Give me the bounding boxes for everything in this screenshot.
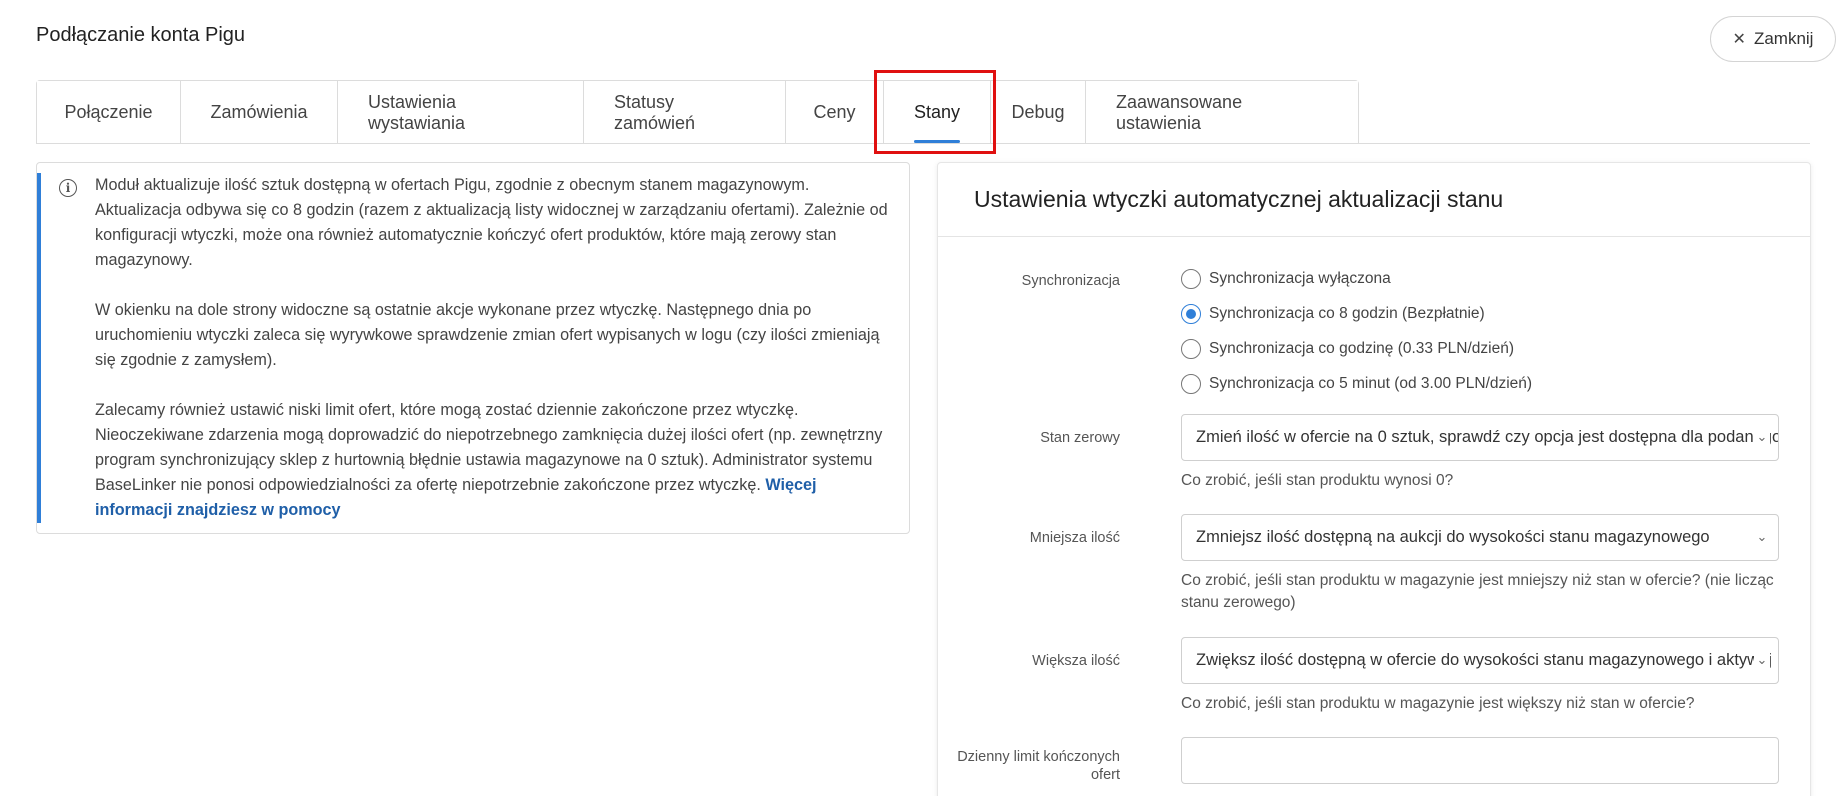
tab-bar: Połączenie Zamówienia Ustawienia wystawi… xyxy=(36,80,1359,144)
more-stock-select[interactable]: Zwiększ ilość dostępną w ofercie do wyso… xyxy=(1181,637,1779,684)
tab-polaczenie[interactable]: Połączenie xyxy=(37,81,181,144)
info-paragraph: Zalecamy również ustawić niski limit ofe… xyxy=(95,398,895,523)
tab-ustawienia-wystawiania[interactable]: Ustawienia wystawiania xyxy=(338,81,584,144)
radio-button xyxy=(1181,339,1201,359)
settings-panel: Ustawienia wtyczki automatycznej aktuali… xyxy=(937,162,1811,796)
info-paragraph: Moduł aktualizuje ilość sztuk dostępną w… xyxy=(95,176,888,269)
tab-label: Stany xyxy=(913,102,961,122)
chevron-down-icon: ⌄ xyxy=(1754,428,1770,446)
tab-statusy-zamowien[interactable]: Statusy zamówień xyxy=(584,81,786,144)
info-icon: i xyxy=(59,179,77,197)
radio-button xyxy=(1181,304,1201,324)
more-stock-label: Większa ilość xyxy=(1032,653,1120,669)
close-icon: ✕ xyxy=(1732,31,1746,48)
select-value: Zwiększ ilość dostępną w ofercie do wyso… xyxy=(1196,651,1772,669)
tab-label: Zamówienia xyxy=(210,102,308,122)
chevron-down-icon: ⌄ xyxy=(1754,651,1770,669)
zero-stock-select[interactable]: Zmień ilość w ofercie na 0 sztuk, sprawd… xyxy=(1181,414,1779,461)
less-stock-select[interactable]: Zmniejsz ilość dostępną na aukcji do wys… xyxy=(1181,514,1779,561)
tab-label: Debug xyxy=(1011,102,1065,122)
tab-label: Połączenie xyxy=(64,102,153,122)
tab-label: Ceny xyxy=(813,102,856,122)
tab-debug[interactable]: Debug xyxy=(991,81,1086,144)
info-text: Moduł aktualizuje ilość sztuk dostępną w… xyxy=(95,173,895,548)
zero-stock-hint: Co zrobić, jeśli stan produktu wynosi 0? xyxy=(1181,472,1454,489)
sync-option-off[interactable]: Synchronizacja wyłączona xyxy=(1181,269,1391,289)
dialog-title: Podłączanie konta Pigu xyxy=(36,24,246,46)
info-panel: i Moduł aktualizuje ilość sztuk dostępną… xyxy=(36,162,910,534)
daily-limit-label: Dzienny limit kończonych ofert xyxy=(957,749,1120,783)
close-button[interactable]: ✕ Zamknij xyxy=(1710,16,1836,62)
radio-button xyxy=(1181,269,1201,289)
daily-limit-input[interactable] xyxy=(1181,737,1779,784)
tab-stany[interactable]: Stany xyxy=(884,81,991,144)
sync-option-8h[interactable]: Synchronizacja co 8 godzin (Bezpłatnie) xyxy=(1181,304,1485,324)
tabs-divider xyxy=(36,143,1810,144)
sync-label: Synchronizacja xyxy=(1021,273,1120,289)
info-paragraph: W okienku na dole strony widoczne są ost… xyxy=(95,301,880,369)
sync-option-5min[interactable]: Synchronizacja co 5 minut (od 3.00 PLN/d… xyxy=(1181,374,1532,394)
less-stock-label: Mniejsza ilość xyxy=(1029,530,1120,546)
more-stock-hint: Co zrobić, jeśli stan produktu w magazyn… xyxy=(1181,695,1695,712)
tab-zamowienia[interactable]: Zamówienia xyxy=(181,81,338,144)
info-accent-bar xyxy=(37,173,41,523)
close-button-label: Zamknij xyxy=(1753,29,1814,48)
radio-label: Synchronizacja wyłączona xyxy=(1209,270,1391,287)
settings-title: Ustawienia wtyczki automatycznej aktuali… xyxy=(938,163,1810,237)
tab-label: Ustawienia wystawiania xyxy=(368,91,466,133)
zero-stock-label: Stan zerowy xyxy=(1040,430,1120,446)
tab-zaawansowane-ustawienia[interactable]: Zaawansowane ustawienia xyxy=(1086,81,1358,144)
radio-label: Synchronizacja co godzinę (0.33 PLN/dzie… xyxy=(1209,340,1515,357)
sync-option-1h[interactable]: Synchronizacja co godzinę (0.33 PLN/dzie… xyxy=(1181,339,1514,359)
select-value: Zmniejsz ilość dostępną na aukcji do wys… xyxy=(1196,528,1710,546)
tab-label: Statusy zamówień xyxy=(614,91,696,133)
radio-label: Synchronizacja co 8 godzin (Bezpłatnie) xyxy=(1209,305,1485,322)
less-stock-hint: Co zrobić, jeśli stan produktu w magazyn… xyxy=(1181,572,1774,611)
tab-label: Zaawansowane ustawienia xyxy=(1116,91,1243,133)
radio-label: Synchronizacja co 5 minut (od 3.00 PLN/d… xyxy=(1209,375,1533,392)
select-value: Zmień ilość w ofercie na 0 sztuk, sprawd… xyxy=(1196,428,1779,446)
tab-ceny[interactable]: Ceny xyxy=(786,81,884,144)
chevron-down-icon: ⌄ xyxy=(1754,528,1770,546)
radio-button xyxy=(1181,374,1201,394)
